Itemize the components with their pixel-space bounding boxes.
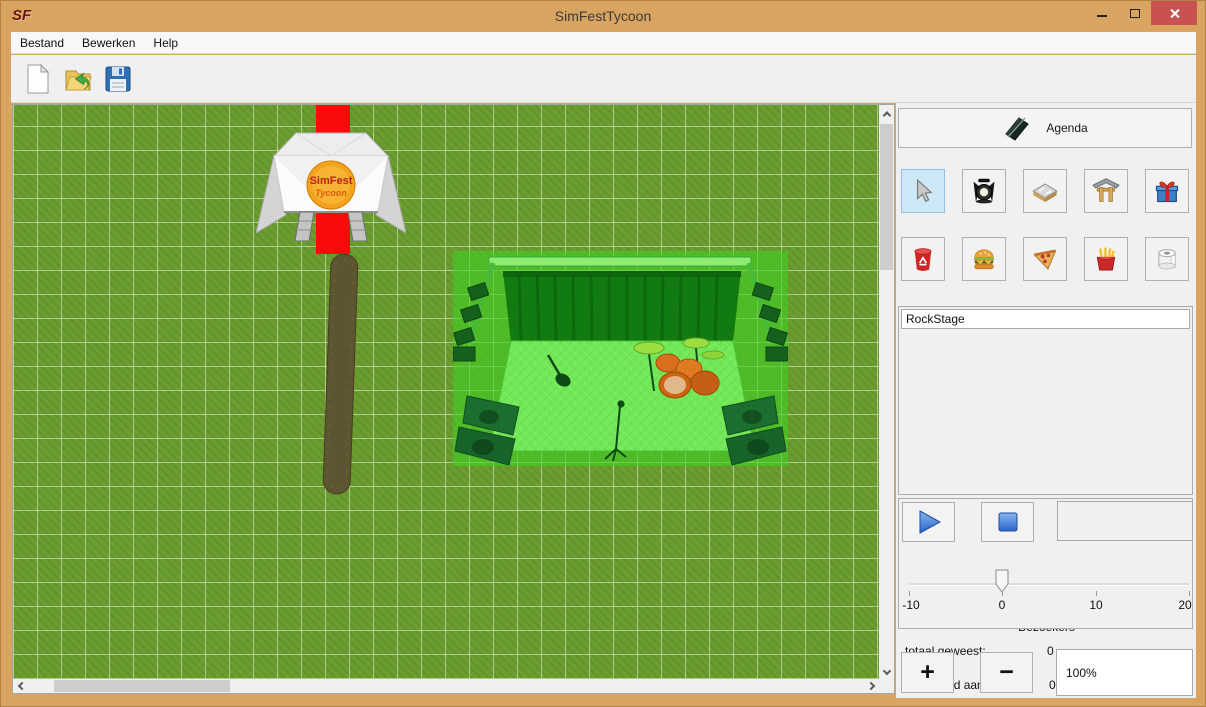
agenda-label: Agenda	[1046, 121, 1087, 135]
speed-slider-thumb[interactable]	[995, 569, 1009, 593]
horizontal-scroll-thumb[interactable]	[54, 680, 230, 692]
stage-info-group: Nu aan het Optreden: Bezoekers totaal ge…	[898, 306, 1193, 495]
tool-select-cursor[interactable]	[901, 169, 945, 213]
total-visitors-value: 0	[1047, 644, 1054, 658]
tick-mark	[1096, 591, 1097, 596]
title-bar[interactable]: SF SimFestTycoon	[1, 1, 1205, 32]
menu-bewerken[interactable]: Bewerken	[73, 32, 144, 53]
cursor-icon	[910, 178, 936, 204]
tick-label-max: 20	[1178, 598, 1191, 612]
scroll-down-button[interactable]	[879, 662, 894, 679]
tool-fries-stand[interactable]	[1084, 237, 1128, 281]
vertical-scrollbar[interactable]	[879, 105, 894, 679]
tent-logo-line1: SimFest	[310, 175, 353, 187]
new-file-button[interactable]	[21, 61, 55, 97]
close-icon	[1169, 8, 1180, 19]
new-file-icon	[24, 63, 52, 95]
chevron-down-icon	[882, 666, 890, 674]
agenda-button[interactable]: Agenda	[898, 108, 1192, 148]
canvas-frame: SimFest Tycoon	[12, 104, 895, 694]
zoom-out-button[interactable]: −	[980, 652, 1033, 693]
stop-button[interactable]	[981, 502, 1034, 542]
tool-trash-bin[interactable]	[901, 237, 945, 281]
tick-mark	[1189, 591, 1190, 596]
scroll-right-button[interactable]	[862, 679, 879, 693]
play-button[interactable]	[902, 502, 955, 542]
save-icon	[104, 65, 132, 93]
tool-gift-shop[interactable]	[1145, 169, 1189, 213]
tool-road-tile[interactable]	[1023, 169, 1067, 213]
tick-label-ten: 10	[1089, 598, 1102, 612]
side-panel: Agenda	[896, 103, 1196, 698]
toolbar	[11, 55, 1196, 103]
tick-mark	[909, 591, 910, 596]
maximize-button[interactable]	[1118, 1, 1151, 25]
status-box	[1057, 501, 1193, 541]
maximize-icon	[1130, 9, 1140, 18]
spotlight-icon	[970, 177, 998, 205]
tick-label-zero: 0	[999, 598, 1006, 612]
agenda-book-icon	[1002, 115, 1032, 141]
chevron-up-icon	[882, 111, 890, 119]
entrance-gate-icon	[1092, 177, 1120, 205]
menu-help[interactable]: Help	[144, 32, 187, 53]
tick-mark	[1002, 591, 1003, 596]
stage-preview[interactable]	[453, 251, 788, 466]
minimize-button[interactable]	[1085, 1, 1118, 25]
toilet-paper-icon	[1153, 245, 1181, 273]
tool-burger-stand[interactable]	[962, 237, 1006, 281]
entrance-tent[interactable]: SimFest Tycoon	[256, 129, 406, 241]
gift-box-icon	[1153, 177, 1181, 205]
burger-icon	[970, 245, 998, 273]
play-icon	[914, 508, 944, 536]
pizza-icon	[1031, 245, 1059, 273]
scroll-up-button[interactable]	[879, 105, 894, 122]
stage-name-input[interactable]	[901, 309, 1190, 329]
dirt-path[interactable]	[313, 250, 383, 498]
zoom-level-field[interactable]	[1056, 649, 1193, 696]
tool-toilet[interactable]	[1145, 237, 1189, 281]
scroll-left-button[interactable]	[13, 679, 30, 693]
vertical-scroll-thumb[interactable]	[880, 124, 893, 270]
tent-leg-right	[348, 212, 367, 241]
speed-slider-track[interactable]	[909, 583, 1189, 586]
festival-map-canvas[interactable]: SimFest Tycoon	[13, 105, 879, 679]
tick-label-min: -10	[902, 598, 919, 612]
menu-bestand[interactable]: Bestand	[11, 32, 73, 53]
menu-bar: Bestand Bewerken Help	[11, 32, 1196, 54]
save-button[interactable]	[101, 61, 135, 97]
tool-spotlight[interactable]	[962, 169, 1006, 213]
stop-icon	[996, 510, 1020, 534]
tool-entrance-gate[interactable]	[1084, 169, 1128, 213]
scrollbar-corner	[879, 679, 894, 693]
close-button[interactable]	[1151, 1, 1197, 25]
zoom-in-button[interactable]: +	[901, 652, 954, 693]
chevron-right-icon	[866, 682, 874, 690]
open-file-button[interactable]	[61, 61, 95, 97]
app-window: SF SimFestTycoon Bestand Bewerken Help	[0, 0, 1206, 707]
recycle-bin-icon	[909, 245, 937, 273]
road-tile-icon	[1031, 177, 1059, 205]
simulation-controls-group: -10 0 10 20	[898, 498, 1193, 629]
chevron-left-icon	[17, 682, 25, 690]
tent-logo-line2: Tycoon	[315, 188, 347, 198]
fries-icon	[1092, 245, 1120, 273]
tool-pizza-stand[interactable]	[1023, 237, 1067, 281]
open-file-icon	[63, 64, 93, 94]
window-title: SimFestTycoon	[1, 8, 1205, 24]
minimize-icon	[1097, 15, 1107, 17]
tent-leg-left	[295, 212, 314, 241]
horizontal-scrollbar[interactable]	[13, 679, 879, 693]
